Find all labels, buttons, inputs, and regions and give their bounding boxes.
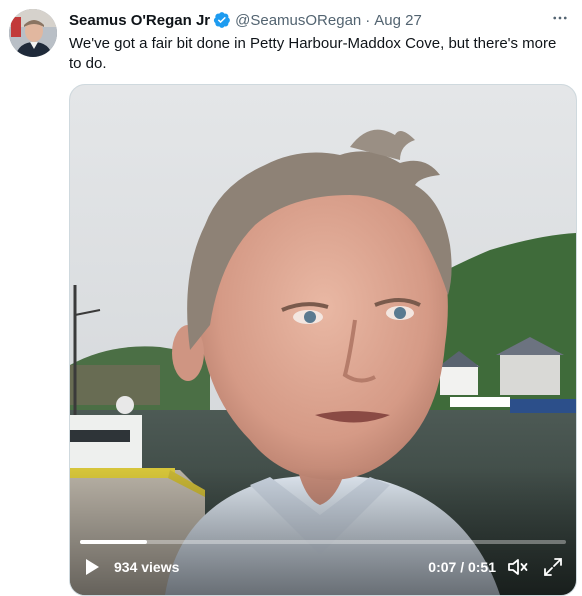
tweet-card[interactable]: Seamus O'Regan Jr @SeamusORegan · Aug 27… — [0, 0, 582, 596]
author-name[interactable]: Seamus O'Regan Jr — [69, 12, 210, 29]
avatar[interactable] — [9, 9, 57, 57]
video-progress-fill — [80, 540, 147, 544]
author-handle[interactable]: @SeamusORegan — [235, 12, 361, 29]
volume-icon[interactable] — [506, 556, 530, 578]
video-controls: 934 views 0:07 / 0:51 — [70, 553, 576, 583]
video-time: 0:07 / 0:51 — [428, 559, 496, 575]
fullscreen-icon[interactable] — [542, 556, 564, 578]
video-frame — [70, 85, 576, 595]
view-count: 934 views — [114, 559, 180, 575]
tweet-text: We've got a fair bit done in Petty Harbo… — [69, 35, 557, 72]
video-player[interactable]: 934 views 0:07 / 0:51 — [69, 84, 577, 596]
verified-badge-icon — [213, 11, 231, 29]
play-icon[interactable] — [82, 557, 102, 577]
tweet-header: Seamus O'Regan Jr @SeamusORegan · Aug 27 — [69, 10, 572, 30]
video-scrubber[interactable] — [80, 540, 566, 544]
separator: · — [365, 11, 371, 29]
tweet-date[interactable]: Aug 27 — [374, 12, 422, 29]
more-horizontal-icon[interactable] — [550, 8, 570, 28]
